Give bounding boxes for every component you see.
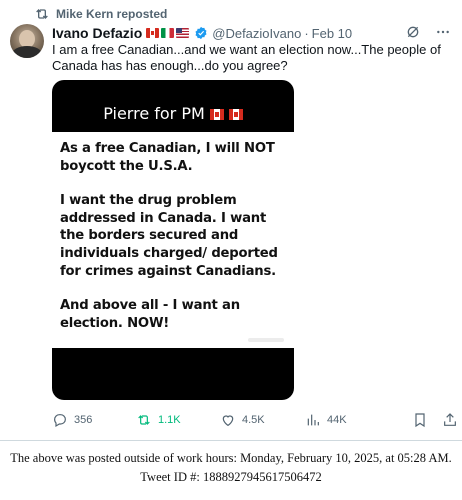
media-paragraph: I want the drug problem addressed in Can…	[60, 193, 278, 279]
tweet-media-image[interactable]: Pierre for PM As a free Canadian, I will…	[52, 80, 294, 400]
footer-posted-time: The above was posted outside of work hou…	[10, 451, 452, 465]
views-count: 44K	[327, 414, 347, 426]
repost-banner: Mike Kern reposted	[34, 6, 167, 22]
canada-flag-icon	[146, 28, 160, 38]
grok-icon[interactable]	[405, 24, 421, 40]
author-flags	[146, 28, 190, 38]
author-name[interactable]: Ivano Defazio	[52, 25, 142, 41]
avatar[interactable]	[10, 24, 44, 58]
canada-flag-icon	[209, 109, 224, 120]
like-count: 4.5K	[242, 414, 265, 426]
media-title: Pierre for PM	[52, 104, 294, 123]
tweet-header: Ivano Defazio @DefazioIvano · Feb 10	[52, 24, 457, 42]
author-handle[interactable]: @DefazioIvano	[212, 26, 301, 41]
media-paragraph: As a free Canadian, I will NOT boycott t…	[60, 141, 275, 174]
repost-button[interactable]: 1.1K	[136, 412, 181, 428]
like-button[interactable]: 4.5K	[220, 412, 265, 428]
bookmark-icon	[415, 413, 425, 428]
media-title-text: Pierre for PM	[103, 104, 205, 123]
reply-button[interactable]: 356	[52, 412, 92, 428]
heart-icon	[222, 415, 234, 427]
separator-dot: ·	[304, 25, 309, 41]
bookmark-button[interactable]	[412, 412, 428, 428]
italy-flag-icon	[161, 28, 175, 38]
share-button[interactable]	[442, 412, 458, 428]
repost-banner-text[interactable]: Mike Kern reposted	[56, 7, 167, 21]
archive-footer: The above was posted outside of work hou…	[0, 449, 462, 487]
footer-tweet-id: Tweet ID #: 1888927945617506472	[140, 470, 322, 484]
media-paragraph: And above all - I want an election. NOW!	[60, 298, 240, 331]
tweet-actions: 356 1.1K 4.5K 44K	[52, 412, 456, 430]
views-button[interactable]: 44K	[305, 412, 347, 428]
usa-flag-icon	[176, 28, 190, 38]
media-watermark	[248, 338, 284, 342]
canada-flag-icon	[228, 109, 243, 120]
repost-icon	[36, 9, 48, 19]
tweet-timestamp[interactable]: Feb 10	[312, 26, 352, 41]
views-chart-icon	[307, 414, 319, 426]
repost-icon	[138, 415, 150, 425]
media-text-card: As a free Canadian, I will NOT boycott t…	[52, 132, 294, 348]
divider	[0, 440, 462, 441]
reply-icon	[54, 414, 66, 428]
more-icon[interactable]	[435, 24, 451, 40]
tweet-card[interactable]: Mike Kern reposted Ivano Defazio @Defazi…	[0, 0, 462, 440]
tweet-text: I am a free Canadian...and we want an el…	[52, 42, 441, 73]
reply-count: 356	[74, 414, 93, 426]
share-icon	[444, 413, 456, 426]
repost-count: 1.1K	[158, 414, 181, 426]
verified-badge-icon	[195, 26, 207, 40]
